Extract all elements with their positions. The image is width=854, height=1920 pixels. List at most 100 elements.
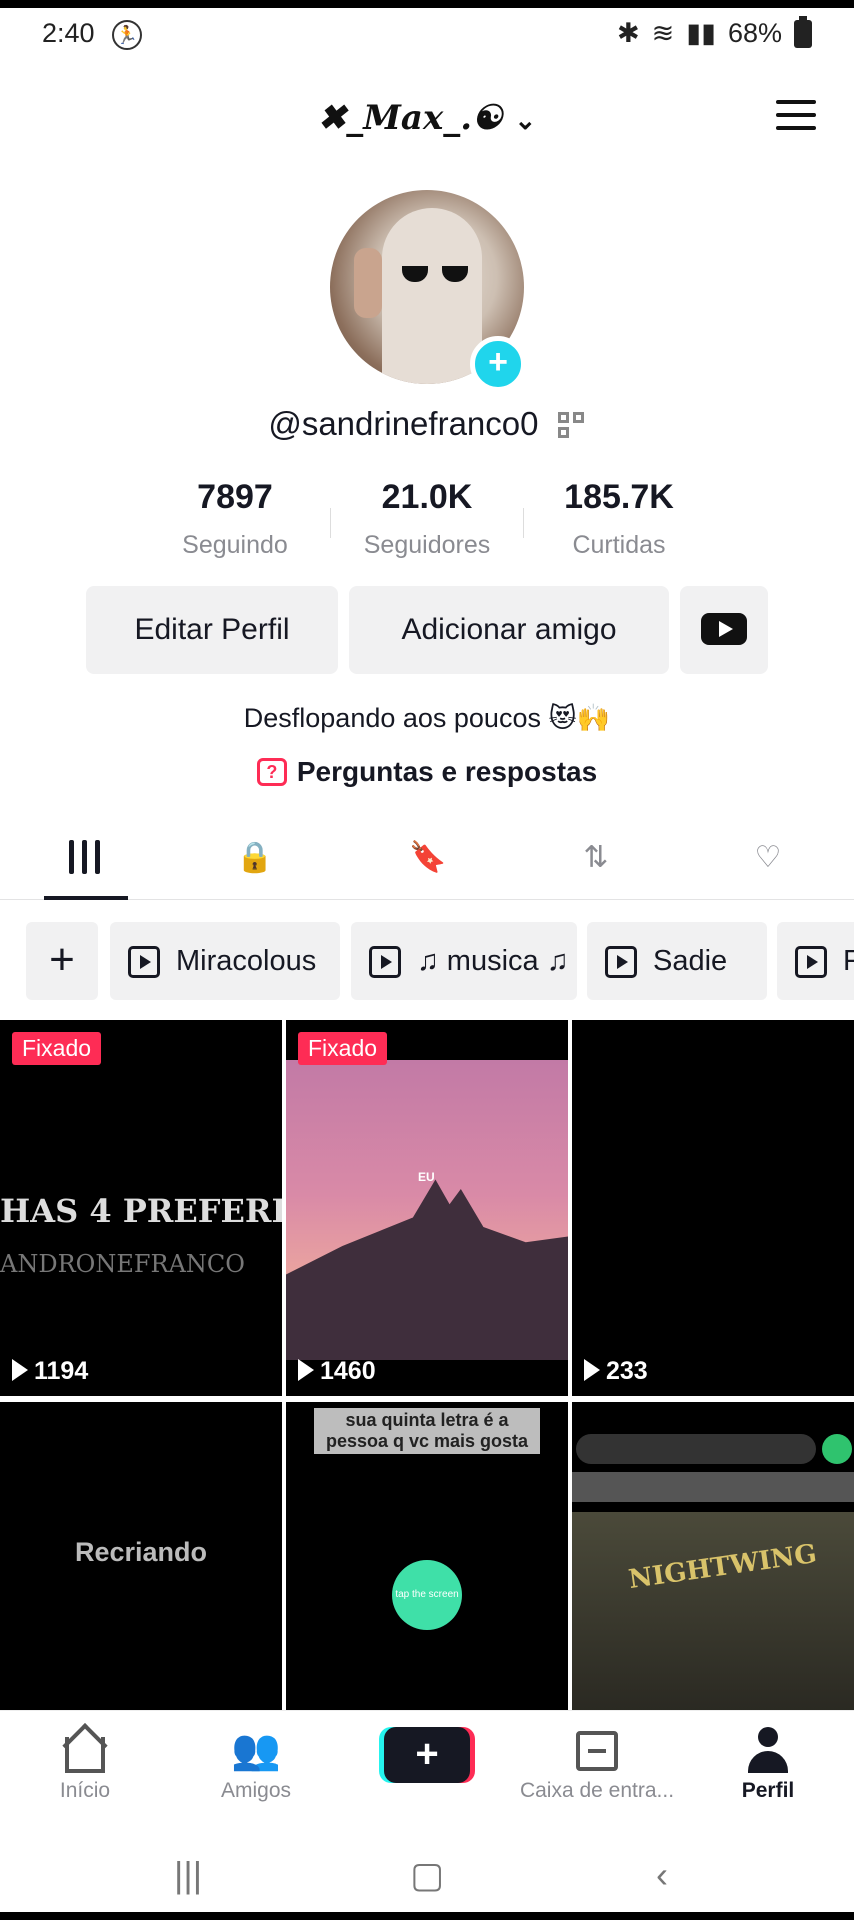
status-indicators: ✱ ≋ ▮▮ 68% xyxy=(616,15,812,49)
tab-favorites[interactable]: 🔖 xyxy=(398,840,458,884)
play-icon xyxy=(298,1359,314,1382)
profile-handle: @sandrinefranco0 xyxy=(268,405,539,442)
repost-icon: ⇅ xyxy=(583,841,609,874)
stat-followers[interactable]: 21.0K Seguidores xyxy=(327,478,527,560)
tap-prompt: tap the screen xyxy=(392,1560,462,1630)
home-icon xyxy=(65,1737,105,1773)
playlist-chip[interactable]: ♫ musica ♫ xyxy=(351,922,577,1000)
avatar-glasses xyxy=(402,266,472,282)
nav-label: Caixa de entra... xyxy=(519,1779,675,1802)
pinned-badge: Fixado xyxy=(298,1032,388,1065)
stat-following[interactable]: 7897 Seguindo xyxy=(135,478,335,560)
bookmark-hidden-icon: 🔖 xyxy=(409,841,447,874)
playlist-chip[interactable]: F xyxy=(777,922,854,1000)
playlist-label: Sadie xyxy=(653,945,728,977)
youtube-link-button[interactable] xyxy=(680,586,768,674)
lock-icon: 🔒 xyxy=(236,841,274,874)
play-icon xyxy=(584,1359,600,1382)
signal-icon: ▮▮ xyxy=(686,18,716,48)
qa-label: Perguntas e respostas xyxy=(296,756,598,787)
nav-label: Amigos xyxy=(220,1779,292,1802)
hamburger-menu-icon[interactable] xyxy=(776,100,816,132)
home-button-icon[interactable]: ▢ xyxy=(410,1854,444,1896)
back-icon[interactable]: ‹ xyxy=(656,1854,668,1896)
avatar-ghost xyxy=(382,208,482,384)
tab-liked[interactable]: ♡ xyxy=(738,840,798,884)
video-thumbnail[interactable]: HAS 4 PREFERI ANDRONEFRANCO Fixado 1194 xyxy=(0,1020,282,1396)
thumb-overlay: Recriando xyxy=(74,1537,208,1567)
playlist-chip[interactable]: Miracolous xyxy=(110,922,340,1000)
thumb-search-bar xyxy=(576,1434,816,1464)
thumb-overlay: sua quinta letra é a pessoa q vc mais go… xyxy=(314,1408,540,1454)
video-thumbnail[interactable]: NIGHTWING xyxy=(572,1402,854,1712)
top-edge xyxy=(0,0,854,8)
playlist-label: F xyxy=(843,945,854,977)
content-tabs: 🔒 🔖 ⇅ ♡ xyxy=(0,820,854,900)
add-story-button[interactable]: + xyxy=(470,336,526,392)
tab-videos[interactable] xyxy=(54,840,114,884)
playlist-label: ♫ musica ♫ xyxy=(417,945,569,977)
nav-friends[interactable]: 👥 Amigos xyxy=(176,1725,336,1803)
playlist-row: + Miracolous ♫ musica ♫ Sadie F xyxy=(0,922,854,1000)
status-bar: 2:40 🏃 ✱ ≋ ▮▮ 68% xyxy=(0,0,854,70)
video-thumbnail[interactable]: sua quinta letra é a pessoa q vc mais go… xyxy=(286,1402,568,1712)
view-count: 233 xyxy=(584,1357,648,1386)
edit-profile-button[interactable]: Editar Perfil xyxy=(86,586,338,674)
create-button[interactable]: + xyxy=(384,1727,470,1783)
playlist-icon xyxy=(128,946,160,978)
stat-label: Curtidas xyxy=(572,531,666,559)
question-icon: ? xyxy=(256,757,287,786)
playlist-chip[interactable]: Sadie xyxy=(587,922,767,1000)
playlist-icon xyxy=(369,946,401,978)
add-friend-button[interactable]: Adicionar amigo xyxy=(349,586,669,674)
video-thumbnail[interactable]: EU Fixado 1460 xyxy=(286,1020,568,1396)
nav-inbox[interactable]: Caixa de entra... xyxy=(517,1725,677,1803)
add-playlist-button[interactable]: + xyxy=(26,922,98,1000)
view-count: 1460 xyxy=(298,1357,376,1386)
thumb-caption: HAS 4 PREFERI xyxy=(0,1192,282,1230)
battery-percent: 68% xyxy=(727,18,782,48)
video-grid: HAS 4 PREFERI ANDRONEFRANCO Fixado 1194 … xyxy=(0,1020,854,1712)
pinned-badge: Fixado xyxy=(12,1032,102,1065)
profile-handle-row: @sandrinefranco0 xyxy=(0,405,854,443)
wifi-icon: ≋ xyxy=(651,18,675,48)
bottom-edge xyxy=(0,1912,854,1920)
profile-header: ✖_Max_.☯ ⌄ xyxy=(0,90,854,150)
inbox-icon xyxy=(576,1731,618,1771)
nav-label: Início xyxy=(59,1779,111,1802)
profile-bio: Desflopando aos poucos 😻🙌 xyxy=(243,703,611,733)
playlist-icon xyxy=(795,946,827,978)
stat-value: 7897 xyxy=(197,478,273,516)
grid-icon xyxy=(65,840,104,881)
activity-icon: 🏃 xyxy=(112,20,142,50)
play-icon xyxy=(12,1359,28,1382)
chevron-down-icon: ⌄ xyxy=(514,106,537,136)
heart-hidden-icon: ♡ xyxy=(754,841,782,874)
nav-profile[interactable]: Perfil xyxy=(688,1725,848,1803)
account-name: ✖_Max_.☯ xyxy=(317,98,503,138)
nav-label: Perfil xyxy=(741,1779,795,1802)
stat-value: 185.7K xyxy=(564,478,674,516)
friends-icon: 👥 xyxy=(231,1728,281,1772)
battery-icon xyxy=(794,15,812,48)
tab-private[interactable]: 🔒 xyxy=(225,840,285,884)
qa-link[interactable]: ? Perguntas e respostas xyxy=(0,756,854,788)
video-thumbnail[interactable]: 233 xyxy=(572,1020,854,1396)
playlist-icon xyxy=(605,946,637,978)
stat-value: 21.0K xyxy=(381,478,473,516)
profile-icon xyxy=(748,1727,788,1773)
playlist-label: Miracolous xyxy=(176,945,317,977)
thumb-overlay: EU xyxy=(418,1170,435,1184)
tab-reposts[interactable]: ⇅ xyxy=(566,840,626,884)
thumb-subcaption: ANDRONEFRANCO xyxy=(0,1250,245,1278)
nav-home[interactable]: Início xyxy=(5,1725,165,1803)
thumb-send-icon xyxy=(822,1434,852,1464)
qr-code-icon[interactable] xyxy=(557,412,586,440)
video-thumbnail[interactable]: Recriando xyxy=(0,1402,282,1712)
bottom-nav: Início 👥 Amigos + Caixa de entra... Perf… xyxy=(0,1710,854,1830)
account-switcher[interactable]: ✖_Max_.☯ ⌄ xyxy=(0,98,854,138)
bluetooth-icon: ✱ xyxy=(616,18,640,48)
stat-likes[interactable]: 185.7K Curtidas xyxy=(519,478,719,560)
status-time: 2:40 xyxy=(42,18,95,48)
recent-apps-icon[interactable]: ||| xyxy=(174,1854,202,1896)
